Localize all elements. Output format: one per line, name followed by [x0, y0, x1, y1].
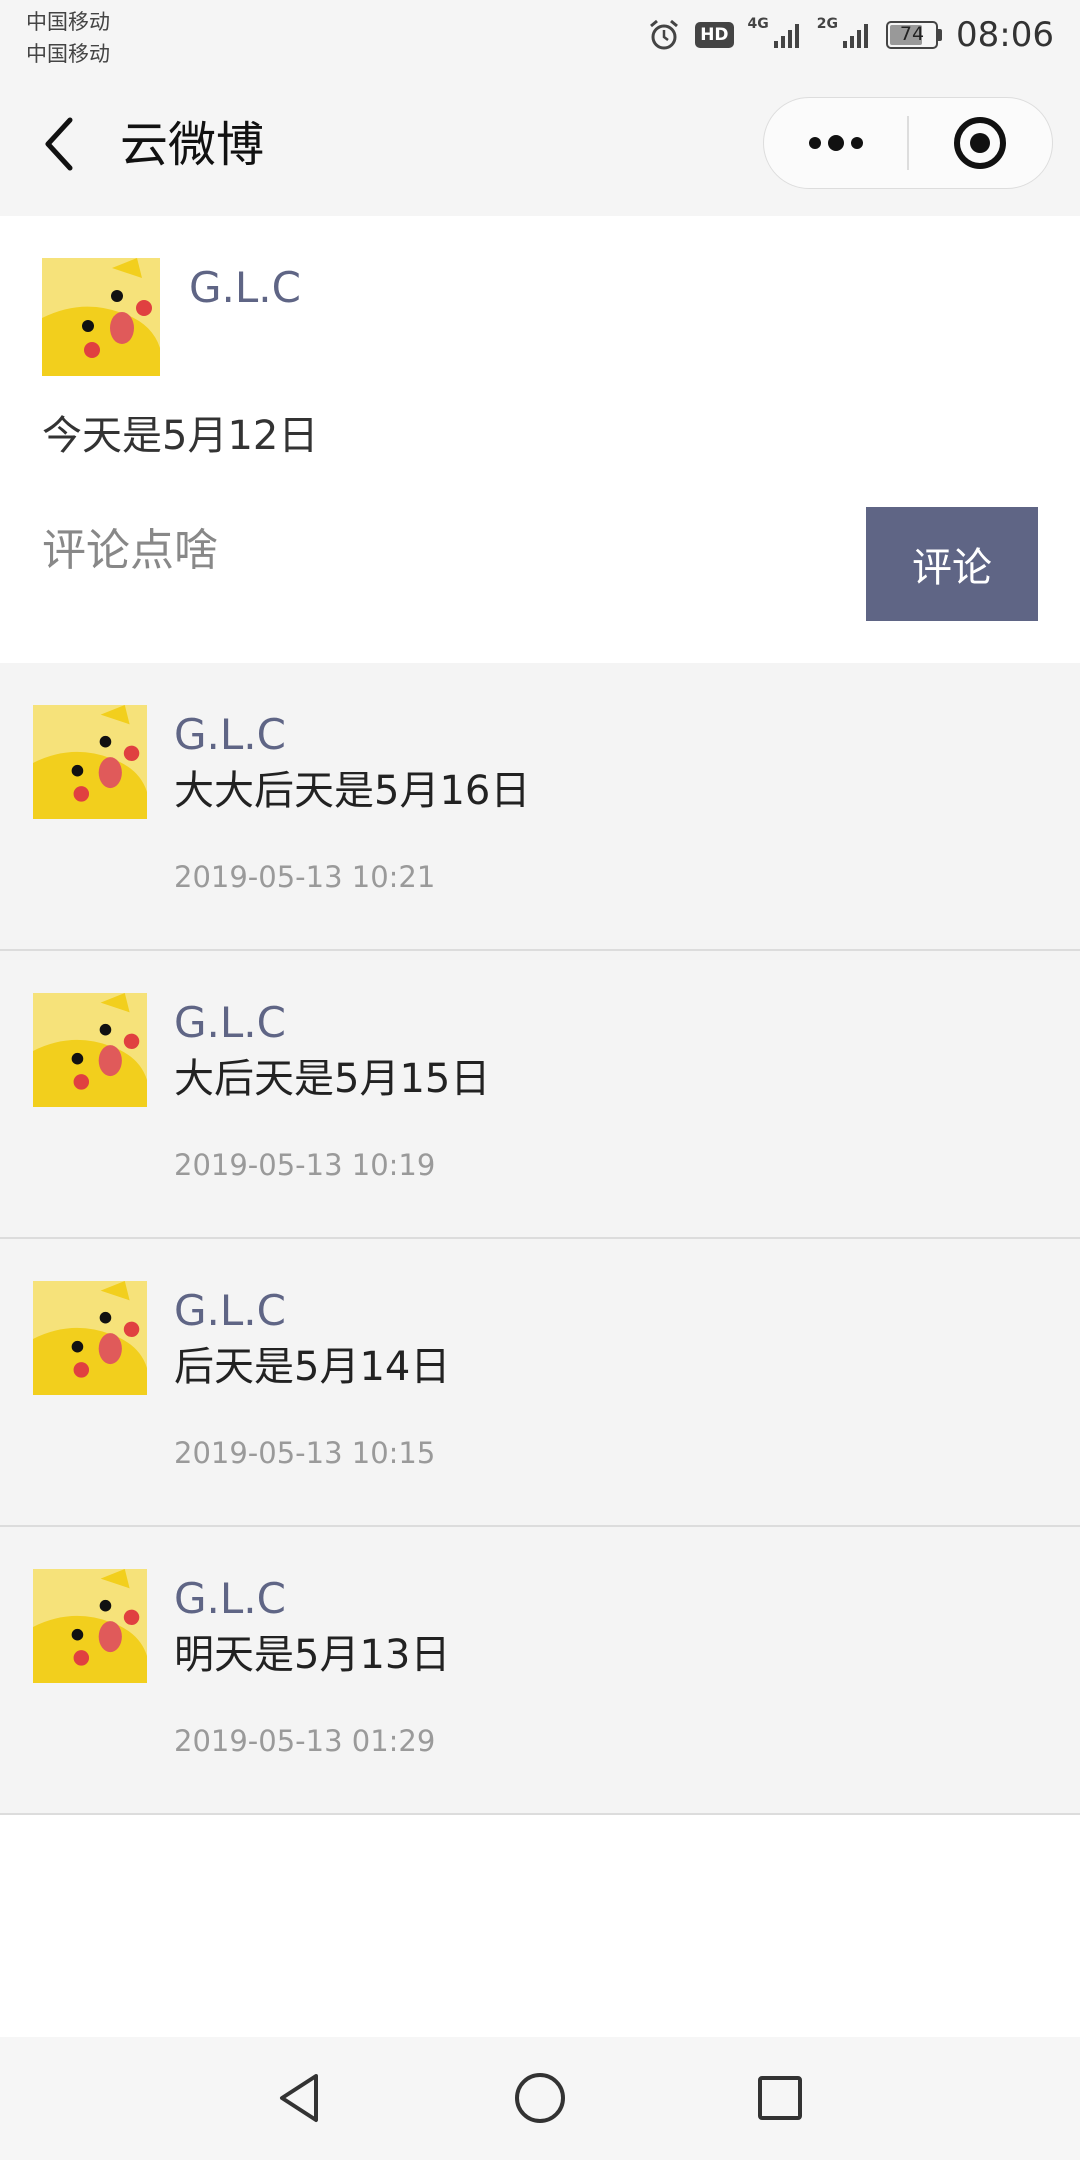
hd-badge: HD: [695, 22, 734, 48]
pikachu-avatar-icon: [33, 705, 147, 819]
system-nav-bar: [0, 2037, 1080, 2160]
pikachu-avatar-icon: [33, 1569, 147, 1683]
battery-level: 74: [899, 23, 925, 45]
battery-icon: 74: [886, 21, 943, 49]
carrier-label-2: 中国移动: [26, 42, 110, 66]
system-home-button[interactable]: [500, 2061, 580, 2135]
post-card: G.L.C 今天是5月12日 评论: [0, 216, 1080, 663]
system-recents-button[interactable]: [740, 2061, 820, 2135]
comment-username[interactable]: G.L.C: [174, 1569, 286, 1629]
avatar[interactable]: [33, 1569, 147, 1683]
network-type-2: 2G: [816, 16, 839, 32]
capsule-menu: [763, 97, 1053, 189]
more-dots-icon: [808, 135, 863, 151]
comment-list: G.L.C 大大后天是5月16日 2019-05-13 10:21 G.L.C 大后天…: [0, 663, 1080, 1815]
carrier-labels: 中国移动 中国移动: [26, 6, 110, 70]
more-button[interactable]: [764, 98, 907, 188]
avatar[interactable]: [33, 1281, 147, 1395]
comment-timestamp: 2019-05-13 10:15: [174, 1436, 436, 1470]
home-circle-icon: [515, 2073, 565, 2123]
close-target-icon: [954, 117, 1007, 169]
signal-icon: [773, 21, 803, 49]
back-button[interactable]: [30, 104, 90, 184]
back-triangle-icon: [280, 2074, 318, 2122]
comment-username[interactable]: G.L.C: [174, 1281, 286, 1341]
pikachu-avatar-icon: [42, 258, 160, 376]
comment-text: 大后天是5月15日: [174, 1056, 491, 1102]
post-username[interactable]: G.L.C: [189, 258, 301, 318]
pikachu-avatar-icon: [33, 993, 147, 1107]
comment-button[interactable]: 评论: [866, 507, 1038, 621]
comment-timestamp: 2019-05-13 10:21: [174, 860, 436, 894]
status-icons: HD 4G 2G 74 08:06: [647, 12, 1054, 58]
comment-text: 后天是5月14日: [174, 1344, 451, 1390]
comment-item: G.L.C 大后天是5月15日 2019-05-13 10:19: [0, 951, 1080, 1239]
comment-text: 明天是5月13日: [174, 1632, 451, 1678]
page-title: 云微博: [120, 117, 265, 173]
system-back-button[interactable]: [260, 2061, 340, 2135]
comment-item: G.L.C 明天是5月13日 2019-05-13 01:29: [0, 1527, 1080, 1815]
carrier-label-1: 中国移动: [26, 10, 110, 34]
avatar[interactable]: [33, 993, 147, 1107]
recents-square-icon: [758, 2076, 802, 2120]
comment-text: 大大后天是5月16日: [174, 768, 531, 814]
comment-item: G.L.C 后天是5月14日 2019-05-13 10:15: [0, 1239, 1080, 1527]
back-arrow-icon: [45, 117, 73, 171]
signal-icon: [842, 21, 872, 49]
avatar[interactable]: [42, 258, 160, 376]
comment-username[interactable]: G.L.C: [174, 993, 286, 1053]
clock: 08:06: [956, 15, 1054, 55]
comment-timestamp: 2019-05-13 10:19: [174, 1148, 436, 1182]
comment-timestamp: 2019-05-13 01:29: [174, 1724, 436, 1758]
comment-item: G.L.C 大大后天是5月16日 2019-05-13 10:21: [0, 663, 1080, 951]
nav-bar: 云微博: [0, 74, 1080, 216]
alarm-icon: [647, 18, 681, 52]
pikachu-avatar-icon: [33, 1281, 147, 1395]
network-type-1: 4G: [747, 16, 769, 32]
avatar[interactable]: [33, 705, 147, 819]
status-bar: 中国移动 中国移动 HD 4G 2G 74 08:06: [0, 0, 1080, 74]
close-button[interactable]: [909, 98, 1052, 188]
comment-username[interactable]: G.L.C: [174, 705, 286, 765]
post-content: 今天是5月12日: [42, 413, 319, 459]
comment-input[interactable]: [42, 500, 822, 600]
